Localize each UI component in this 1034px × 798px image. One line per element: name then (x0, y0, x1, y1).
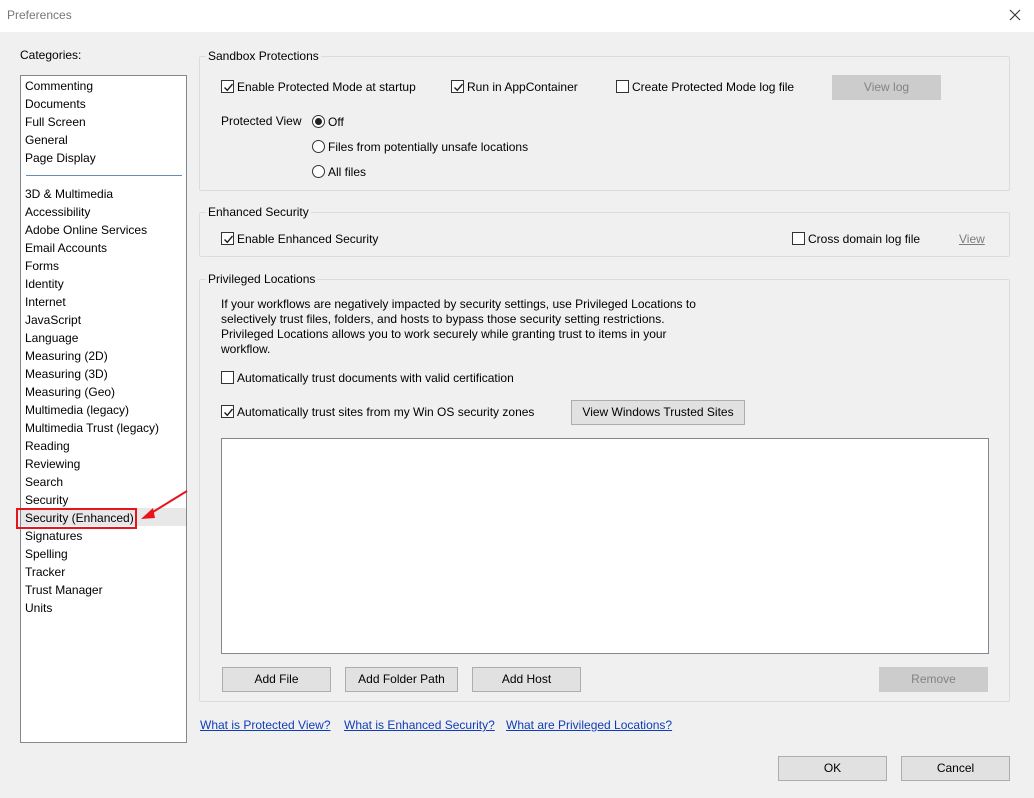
category-item[interactable]: Commenting (25, 77, 93, 95)
cancel-button[interactable]: Cancel (901, 756, 1010, 781)
category-item[interactable]: Adobe Online Services (25, 221, 147, 239)
sandbox-protections-title: Sandbox Protections (206, 49, 321, 63)
protected-view-off-label: Off (328, 115, 344, 129)
privileged-description-line: workflow. (221, 342, 271, 356)
category-item[interactable]: Reviewing (25, 455, 80, 473)
radio-selected-dot (315, 118, 322, 125)
category-item[interactable]: Measuring (Geo) (25, 383, 115, 401)
category-item[interactable]: Trust Manager (25, 581, 103, 599)
protected-view-all-label: All files (328, 165, 367, 179)
cross-domain-log-checkbox[interactable] (792, 232, 805, 245)
ok-button[interactable]: OK (778, 756, 887, 781)
trust-sites-label: Automatically trust sites from my Win OS… (237, 405, 535, 419)
protected-view-label: Protected View (221, 114, 302, 128)
category-item[interactable]: Units (25, 599, 52, 617)
privileged-description-line: selectively trust files, folders, and ho… (221, 312, 665, 326)
protected-view-unsafe-label: Files from potentially unsafe locations (328, 140, 529, 154)
category-item[interactable]: Identity (25, 275, 64, 293)
category-item[interactable]: Page Display (25, 149, 96, 167)
category-item[interactable]: Security (25, 491, 68, 509)
add-folder-path-button[interactable]: Add Folder Path (345, 667, 458, 692)
protected-view-unsafe-radio[interactable] (312, 140, 325, 153)
category-item[interactable]: Email Accounts (25, 239, 107, 257)
category-item[interactable]: Tracker (25, 563, 65, 581)
category-item[interactable]: Spelling (25, 545, 68, 563)
category-item[interactable]: Measuring (2D) (25, 347, 108, 365)
add-host-button[interactable]: Add Host (472, 667, 581, 692)
categories-list[interactable]: Commenting Documents Full Screen General Pag… (20, 75, 187, 743)
trust-sites-checkbox[interactable] (221, 405, 234, 418)
enhanced-security-title: Enhanced Security (206, 205, 311, 219)
category-item[interactable]: Measuring (3D) (25, 365, 108, 383)
what-is-protected-view-link[interactable]: What is Protected View? (200, 718, 331, 732)
trust-certified-label: Automatically trust documents with valid… (237, 371, 514, 385)
cross-domain-log-label: Cross domain log file (808, 232, 921, 246)
app-container-label: Run in AppContainer (467, 80, 578, 94)
privileged-description-line: Privileged Locations allows you to work … (221, 327, 667, 341)
close-icon[interactable] (1004, 4, 1026, 26)
what-are-privileged-locations-link[interactable]: What are Privileged Locations? (506, 718, 672, 732)
view-trusted-sites-button[interactable]: View Windows Trusted Sites (571, 400, 745, 425)
category-item[interactable]: Full Screen (25, 113, 86, 131)
category-item[interactable]: Forms (25, 257, 59, 275)
annotation-arrow-icon (141, 490, 188, 519)
protected-view-all-radio[interactable] (312, 165, 325, 178)
category-item[interactable]: Reading (25, 437, 70, 455)
categories-separator (26, 175, 182, 176)
category-item[interactable]: Signatures (25, 527, 82, 545)
add-file-button[interactable]: Add File (222, 667, 331, 692)
category-item[interactable]: Documents (25, 95, 86, 113)
category-item[interactable]: Language (25, 329, 78, 347)
app-container-checkbox[interactable] (451, 80, 464, 93)
cross-domain-view-link[interactable]: View (959, 232, 985, 246)
category-item[interactable]: Accessibility (25, 203, 90, 221)
category-item[interactable]: Search (25, 473, 63, 491)
category-item[interactable]: General (25, 131, 68, 149)
enable-enhanced-security-checkbox[interactable] (221, 232, 234, 245)
trust-certified-checkbox[interactable] (221, 371, 234, 384)
remove-button[interactable]: Remove (879, 667, 988, 692)
what-is-enhanced-security-link[interactable]: What is Enhanced Security? (344, 718, 495, 732)
privileged-description: If your workflows are negatively impacte… (221, 297, 701, 357)
log-file-label: Create Protected Mode log file (632, 80, 795, 94)
category-item[interactable]: Internet (25, 293, 66, 311)
log-file-checkbox[interactable] (616, 80, 629, 93)
protected-view-off-radio[interactable] (312, 115, 325, 128)
protected-mode-label: Enable Protected Mode at startup (237, 80, 416, 94)
privileged-locations-list[interactable] (221, 438, 989, 654)
annotation-highlight-box (16, 508, 137, 529)
category-item[interactable]: Multimedia Trust (legacy) (25, 419, 159, 437)
view-log-button[interactable]: View log (832, 75, 941, 100)
enable-enhanced-security-label: Enable Enhanced Security (237, 232, 379, 246)
categories-label: Categories: (20, 48, 82, 62)
category-item[interactable]: Multimedia (legacy) (25, 401, 129, 419)
category-item[interactable]: 3D & Multimedia (25, 185, 113, 203)
protected-mode-checkbox[interactable] (221, 80, 234, 93)
window-title: Preferences (7, 8, 72, 22)
category-item[interactable]: JavaScript (25, 311, 81, 329)
title-bar: Preferences (0, 0, 1034, 32)
privileged-locations-title: Privileged Locations (206, 272, 318, 286)
privileged-description-line: If your workflows are negatively impacte… (221, 297, 696, 311)
